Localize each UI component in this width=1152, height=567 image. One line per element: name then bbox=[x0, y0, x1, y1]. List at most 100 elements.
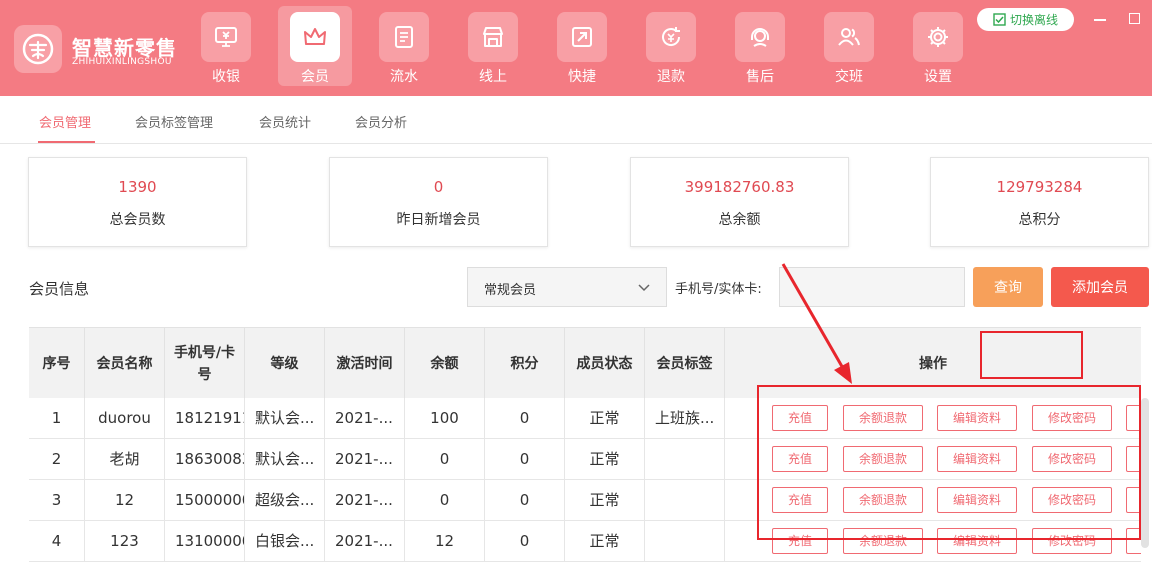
store-icon bbox=[468, 12, 518, 62]
nav-label: 快捷 bbox=[568, 69, 596, 85]
stat-label: 总会员数 bbox=[109, 212, 166, 228]
cell-balance: 12 bbox=[405, 521, 485, 562]
minimize-icon[interactable] bbox=[1094, 19, 1106, 21]
stat-value: 0 bbox=[433, 178, 444, 196]
cell-tag bbox=[645, 480, 725, 521]
check-icon bbox=[993, 13, 1006, 26]
cell-phone: 18630083 bbox=[165, 439, 245, 480]
tab-member-manage[interactable]: 会员管理 bbox=[39, 112, 91, 131]
cell-points: 0 bbox=[485, 521, 565, 562]
cell-phone: 18121911 bbox=[165, 398, 245, 439]
nav-label: 售后 bbox=[746, 69, 774, 85]
phone-label: 手机号/实体卡: bbox=[675, 282, 762, 297]
nav-member[interactable]: 会员 bbox=[278, 6, 352, 86]
tab-member-tags[interactable]: 会员标签管理 bbox=[135, 112, 213, 131]
stat-label: 总余额 bbox=[718, 212, 761, 228]
col-header-phone: 手机号/卡号 bbox=[165, 328, 245, 399]
query-button[interactable]: 查询 bbox=[973, 267, 1043, 307]
nav-online[interactable]: 线上 bbox=[456, 6, 530, 86]
tab-member-stats[interactable]: 会员统计 bbox=[259, 112, 311, 131]
stat-label: 总积分 bbox=[1018, 212, 1061, 228]
stat-card-total-points: 129793284 总积分 bbox=[930, 157, 1149, 247]
cell-level: 默认会... bbox=[245, 398, 325, 439]
cell-level: 白银会... bbox=[245, 521, 325, 562]
select-value: 常规会员 bbox=[484, 283, 537, 298]
cell-tag bbox=[645, 521, 725, 562]
section-title: 会员信息 bbox=[29, 280, 90, 298]
top-bar: 智慧新零售 ZHIHUIXINLINGSHOU 收银 会员 流水 线上 快捷 退… bbox=[0, 0, 1152, 96]
annotation-box-actions-header bbox=[980, 331, 1083, 379]
col-header-status: 成员状态 bbox=[565, 328, 645, 399]
cell-no: 3 bbox=[29, 480, 85, 521]
col-header-tag: 会员标签 bbox=[645, 328, 725, 399]
stat-value: 1390 bbox=[118, 178, 157, 196]
crown-icon bbox=[290, 12, 340, 62]
nav-label: 退款 bbox=[657, 69, 685, 85]
nav-label: 交班 bbox=[835, 69, 863, 85]
stat-value: 129793284 bbox=[996, 178, 1083, 196]
nav-ledger[interactable]: 流水 bbox=[367, 6, 441, 86]
table-scrollbar[interactable] bbox=[1141, 398, 1149, 548]
active-tab-indicator bbox=[38, 141, 95, 143]
col-header-no: 序号 bbox=[29, 328, 85, 399]
cell-status: 正常 bbox=[565, 480, 645, 521]
cell-balance: 0 bbox=[405, 439, 485, 480]
member-type-select[interactable]: 常规会员 bbox=[467, 267, 667, 307]
logo-icon bbox=[22, 33, 54, 65]
nav-shortcut[interactable]: 快捷 bbox=[545, 6, 619, 86]
stat-card-total-balance: 399182760.83 总余额 bbox=[630, 157, 849, 247]
cell-no: 1 bbox=[29, 398, 85, 439]
cell-no: 2 bbox=[29, 439, 85, 480]
cashier-icon bbox=[201, 12, 251, 62]
cell-no: 4 bbox=[29, 521, 85, 562]
nav-label: 设置 bbox=[924, 69, 952, 85]
stat-card-new-members: 0 昨日新增会员 bbox=[329, 157, 548, 247]
nav-label: 会员 bbox=[301, 69, 329, 85]
cell-tag bbox=[645, 439, 725, 480]
cell-phone: 13100000 bbox=[165, 521, 245, 562]
brand-logo bbox=[14, 25, 62, 73]
switch-offline-button[interactable]: 切换离线 bbox=[977, 8, 1074, 31]
brand-subtitle: ZHIHUIXINLINGSHOU bbox=[72, 57, 172, 67]
chevron-down-icon bbox=[638, 284, 650, 292]
refund-icon bbox=[646, 12, 696, 62]
gear-icon bbox=[913, 12, 963, 62]
cell-time: 2021-... bbox=[325, 439, 405, 480]
col-header-name: 会员名称 bbox=[85, 328, 165, 399]
nav-label: 流水 bbox=[390, 69, 418, 85]
col-header-points: 积分 bbox=[485, 328, 565, 399]
stat-card-total-members: 1390 总会员数 bbox=[28, 157, 247, 247]
nav-handover[interactable]: 交班 bbox=[812, 6, 886, 86]
cell-tag: 上班族... bbox=[645, 398, 725, 439]
cell-level: 超级会... bbox=[245, 480, 325, 521]
nav-aftersale[interactable]: 售后 bbox=[723, 6, 797, 86]
cell-time: 2021-... bbox=[325, 480, 405, 521]
handover-icon bbox=[824, 12, 874, 62]
tab-member-analysis[interactable]: 会员分析 bbox=[355, 112, 407, 131]
cell-status: 正常 bbox=[565, 398, 645, 439]
cell-balance: 0 bbox=[405, 480, 485, 521]
ledger-icon bbox=[379, 12, 429, 62]
cell-phone: 15000000 bbox=[165, 480, 245, 521]
add-member-button[interactable]: 添加会员 bbox=[1051, 267, 1149, 307]
nav-label: 收银 bbox=[212, 69, 240, 85]
shortcut-icon bbox=[557, 12, 607, 62]
phone-card-input[interactable] bbox=[779, 267, 965, 307]
nav-refund[interactable]: 退款 bbox=[634, 6, 708, 86]
stat-value: 399182760.83 bbox=[684, 178, 795, 196]
col-header-time: 激活时间 bbox=[325, 328, 405, 399]
maximize-icon[interactable] bbox=[1129, 13, 1140, 24]
cell-time: 2021-... bbox=[325, 398, 405, 439]
cell-points: 0 bbox=[485, 439, 565, 480]
cell-balance: 100 bbox=[405, 398, 485, 439]
sub-tabs: 会员管理 会员标签管理 会员统计 会员分析 bbox=[0, 96, 1152, 144]
cell-time: 2021-... bbox=[325, 521, 405, 562]
offline-label: 切换离线 bbox=[1009, 13, 1058, 27]
cell-points: 0 bbox=[485, 480, 565, 521]
nav-label: 线上 bbox=[479, 69, 507, 85]
cell-name: 123 bbox=[85, 521, 165, 562]
stat-label: 昨日新增会员 bbox=[396, 212, 481, 228]
nav-settings[interactable]: 设置 bbox=[901, 6, 975, 86]
nav-cashier[interactable]: 收银 bbox=[189, 6, 263, 86]
cell-status: 正常 bbox=[565, 521, 645, 562]
